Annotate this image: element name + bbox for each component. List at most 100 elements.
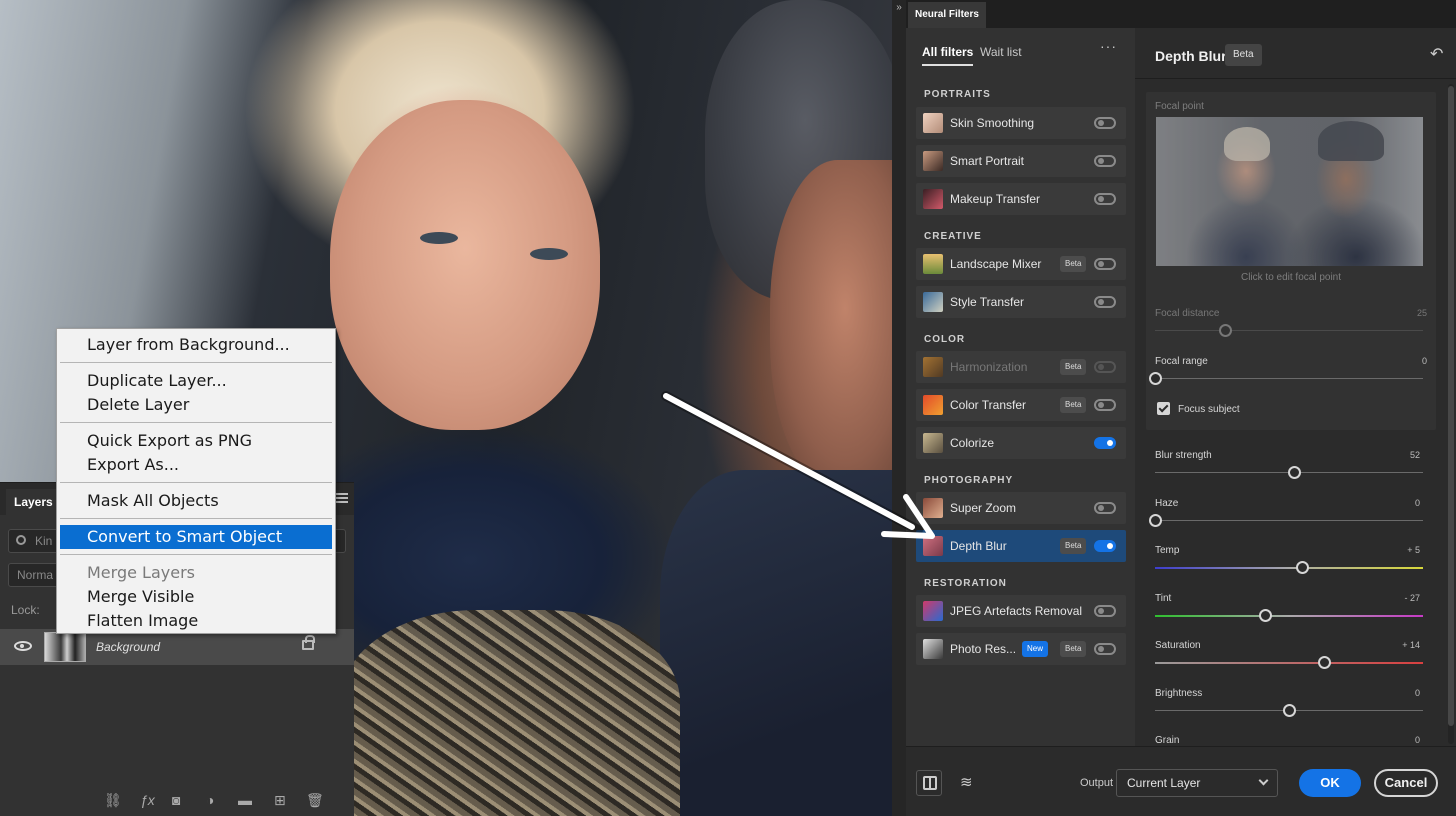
focal-range-slider[interactable] bbox=[1149, 372, 1423, 385]
visibility-eye-icon[interactable] bbox=[14, 641, 32, 651]
slider-track[interactable] bbox=[1155, 608, 1423, 622]
slider-track[interactable] bbox=[1149, 513, 1423, 527]
menu-item-merge-visible[interactable]: Merge Visible bbox=[57, 585, 335, 609]
slider-value: + 5 bbox=[1407, 545, 1420, 555]
panel-menu-icon[interactable] bbox=[336, 493, 348, 503]
neural-filters-tab[interactable]: Neural Filters bbox=[908, 2, 986, 28]
filter-toggle[interactable] bbox=[1094, 155, 1116, 167]
filter-toggle[interactable] bbox=[1094, 361, 1116, 373]
filter-skin-smoothing[interactable]: Skin Smoothing bbox=[916, 107, 1126, 139]
slider-track[interactable] bbox=[1155, 656, 1423, 669]
slider-knob[interactable] bbox=[1318, 656, 1331, 669]
slider-track[interactable] bbox=[1155, 561, 1423, 574]
photo-man-face bbox=[770, 160, 892, 490]
layer-row-background[interactable]: Background bbox=[0, 629, 354, 665]
focal-point-preview[interactable] bbox=[1156, 117, 1423, 266]
slider-knob[interactable] bbox=[1149, 372, 1162, 385]
menu-item-duplicate-layer[interactable]: Duplicate Layer... bbox=[57, 369, 335, 393]
menu-item-mask-all-objects[interactable]: Mask All Objects bbox=[57, 489, 335, 513]
slider-label: Grain bbox=[1155, 735, 1180, 746]
filter-toggle[interactable] bbox=[1094, 193, 1116, 205]
category-restoration: RESTORATION bbox=[924, 578, 1007, 589]
menu-item-delete-layer[interactable]: Delete Layer bbox=[57, 393, 335, 417]
filter-toggle[interactable] bbox=[1094, 643, 1116, 655]
beta-badge: Beta bbox=[1060, 359, 1087, 375]
collapse-panel-icon[interactable]: » bbox=[892, 0, 906, 816]
photo-woman-face bbox=[330, 100, 600, 430]
layer-name: Background bbox=[96, 640, 161, 654]
fx-icon[interactable]: ƒx bbox=[140, 792, 155, 808]
search-placeholder: Kin bbox=[35, 534, 53, 548]
more-options-icon[interactable]: ··· bbox=[1100, 38, 1117, 54]
cancel-button[interactable]: Cancel bbox=[1374, 769, 1438, 797]
beta-badge: Beta bbox=[1060, 641, 1087, 657]
preview-man-hat bbox=[1318, 121, 1384, 161]
detail-title: Depth Blur bbox=[1155, 48, 1227, 64]
filter-photo-restoration[interactable]: Photo Res... New Beta bbox=[916, 633, 1126, 665]
focus-subject-checkbox[interactable] bbox=[1157, 402, 1170, 415]
filter-makeup-transfer[interactable]: Makeup Transfer bbox=[916, 183, 1126, 215]
dialog-footer: ≋ Output Current Layer OK Cancel bbox=[906, 746, 1456, 816]
slider-value: 0 bbox=[1414, 497, 1420, 508]
menu-separator bbox=[60, 422, 332, 423]
filter-toggle[interactable] bbox=[1094, 117, 1116, 129]
filter-depth-blur[interactable]: Depth Blur Beta bbox=[916, 530, 1126, 562]
filter-name: JPEG Artefacts Removal bbox=[950, 604, 1083, 618]
filter-toggle[interactable] bbox=[1094, 296, 1116, 308]
slider-value: 0 bbox=[1414, 735, 1420, 745]
skin-smoothing-icon bbox=[923, 113, 943, 133]
filter-toggle[interactable] bbox=[1094, 540, 1116, 552]
slider-knob[interactable] bbox=[1259, 608, 1272, 622]
depth-blur-icon bbox=[923, 536, 943, 556]
slider-knob[interactable] bbox=[1219, 324, 1232, 337]
menu-item-merge-layers: Merge Layers bbox=[87, 563, 195, 582]
filter-smart-portrait[interactable]: Smart Portrait bbox=[916, 145, 1126, 177]
menu-item-flatten-image[interactable]: Flatten Image bbox=[57, 609, 335, 633]
layers-toggle-button[interactable]: ≋ bbox=[954, 770, 980, 796]
focal-distance-slider[interactable] bbox=[1155, 324, 1423, 337]
filter-jpeg-artefacts-removal[interactable]: JPEG Artefacts Removal bbox=[916, 595, 1126, 627]
tab-all-filters[interactable]: All filters bbox=[922, 45, 974, 66]
layer-lock-icon[interactable] bbox=[302, 635, 315, 650]
filter-harmonization[interactable]: Harmonization Beta bbox=[916, 351, 1126, 383]
compare-view-button[interactable] bbox=[916, 770, 942, 796]
menu-item-export-as[interactable]: Export As... bbox=[57, 453, 335, 477]
output-select[interactable]: Current Layer bbox=[1116, 769, 1278, 797]
slider-knob[interactable] bbox=[1283, 703, 1296, 717]
trash-icon[interactable]: 🗑 bbox=[306, 792, 324, 809]
slider-track[interactable] bbox=[1155, 703, 1423, 717]
adjustment-layer-icon[interactable]: ◑ bbox=[206, 792, 214, 808]
slider-knob[interactable] bbox=[1288, 466, 1301, 479]
menu-item-layer-from-background[interactable]: Layer from Background... bbox=[57, 333, 335, 357]
filter-landscape-mixer[interactable]: Landscape Mixer Beta bbox=[916, 248, 1126, 280]
slider-track[interactable] bbox=[1155, 466, 1423, 479]
reset-icon[interactable]: ↶ bbox=[1430, 44, 1446, 63]
layer-thumbnail bbox=[44, 632, 86, 662]
filter-colorize[interactable]: Colorize bbox=[916, 427, 1126, 459]
group-folder-icon[interactable]: ▬ bbox=[238, 792, 252, 808]
filter-toggle[interactable] bbox=[1094, 399, 1116, 411]
category-creative: CREATIVE bbox=[924, 231, 982, 242]
slider-knob[interactable] bbox=[1149, 513, 1162, 527]
filter-toggle[interactable] bbox=[1094, 437, 1116, 449]
menu-item-convert-to-smart-object[interactable]: Convert to Smart Object bbox=[60, 525, 332, 549]
new-layer-icon[interactable]: ⊞ bbox=[274, 792, 286, 809]
layers-tab[interactable]: Layers bbox=[6, 489, 61, 515]
filter-style-transfer[interactable]: Style Transfer bbox=[916, 286, 1126, 318]
add-mask-icon[interactable]: ◙ bbox=[172, 792, 180, 808]
filter-toggle[interactable] bbox=[1094, 502, 1116, 514]
filter-color-transfer[interactable]: Color Transfer Beta bbox=[916, 389, 1126, 421]
layer-context-menu: Layer from Background... Duplicate Layer… bbox=[56, 328, 336, 634]
link-icon[interactable]: ⛓ bbox=[104, 792, 122, 809]
slider-knob[interactable] bbox=[1296, 561, 1309, 574]
category-photography: PHOTOGRAPHY bbox=[924, 475, 1014, 486]
slider-label: Brightness bbox=[1155, 687, 1203, 699]
detail-scrollbar[interactable] bbox=[1448, 84, 1454, 744]
detail-beta-badge: Beta bbox=[1225, 44, 1262, 66]
menu-item-quick-export-png[interactable]: Quick Export as PNG bbox=[57, 429, 335, 453]
filter-toggle[interactable] bbox=[1094, 605, 1116, 617]
ok-button[interactable]: OK bbox=[1299, 769, 1361, 797]
tab-wait-list[interactable]: Wait list bbox=[980, 45, 1022, 59]
filter-super-zoom[interactable]: Super Zoom bbox=[916, 492, 1126, 524]
filter-toggle[interactable] bbox=[1094, 258, 1116, 270]
